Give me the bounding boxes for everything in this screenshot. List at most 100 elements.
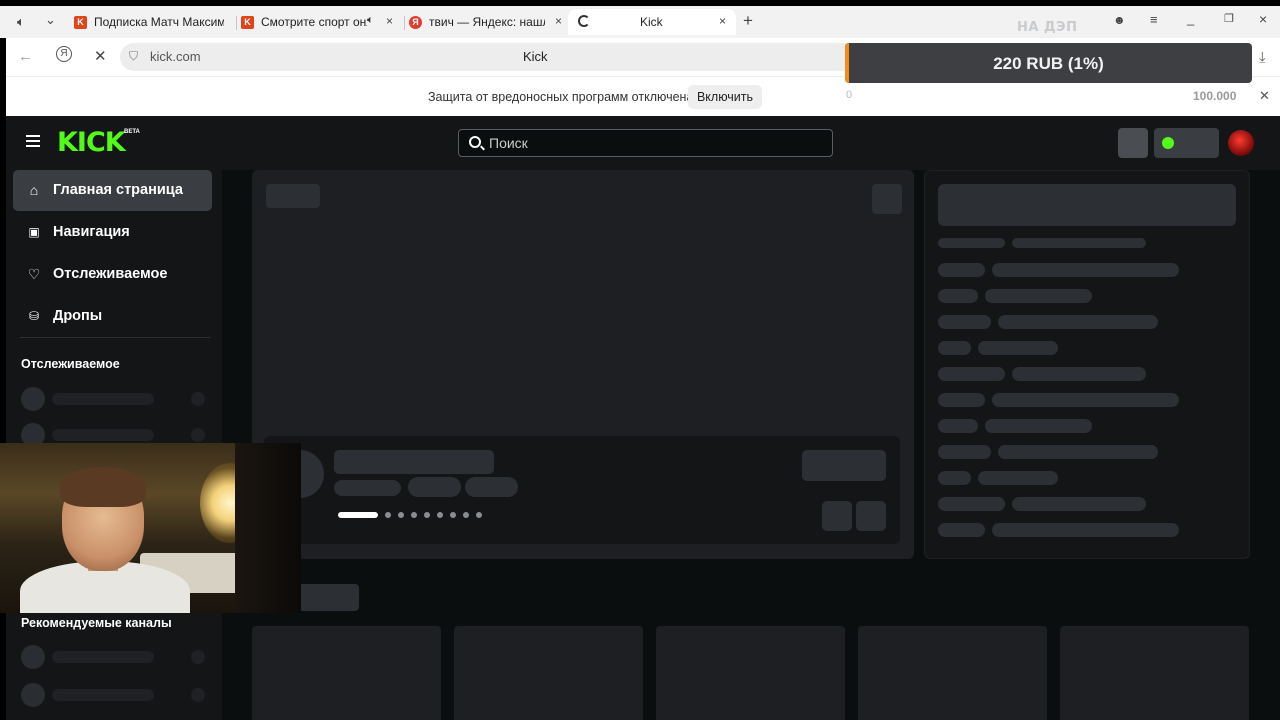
search-input[interactable] — [489, 130, 819, 156]
panel-row-skeleton — [938, 393, 985, 407]
tag-skeleton — [334, 480, 401, 496]
search-icon — [469, 136, 481, 148]
header-button-skeleton[interactable] — [1118, 128, 1148, 158]
close-icon[interactable]: × — [386, 14, 393, 28]
next-button-skeleton[interactable] — [856, 501, 886, 531]
tab-1[interactable]: K Подписка Матч Максиму — [74, 9, 234, 35]
carousel-dot[interactable] — [398, 512, 404, 518]
channel-name-skeleton — [52, 393, 154, 405]
sidebar-divider — [20, 337, 210, 338]
page-title: Kick — [523, 49, 548, 64]
yandex-button-icon[interactable]: Я — [56, 46, 72, 62]
tab-separator — [404, 16, 405, 30]
panel-row-skeleton — [938, 497, 1005, 511]
channel-avatar-skeleton — [21, 683, 45, 707]
kick-header: KICK BETA — [6, 116, 1280, 170]
carousel-dot[interactable] — [450, 512, 456, 518]
channel-avatar-skeleton — [21, 387, 45, 411]
stream-card-skeleton[interactable] — [656, 626, 845, 720]
menu-icon[interactable]: ≡ — [1150, 12, 1158, 27]
sidebar-item-home[interactable]: ⌂ Главная страница — [13, 170, 212, 211]
panel-row-skeleton — [1012, 367, 1146, 381]
tab-separator — [236, 16, 237, 30]
minimize-icon[interactable]: _ — [1187, 11, 1194, 26]
channel-name-skeleton — [52, 651, 154, 663]
donation-goal-title: НА ДЭП — [1017, 20, 1078, 35]
panel-row-skeleton — [938, 367, 1005, 381]
following-heading: Отслеживаемое — [21, 357, 120, 371]
panel-row-skeleton — [938, 238, 1005, 248]
shield-icon[interactable]: ⛉ — [129, 49, 138, 64]
panel-row-skeleton — [978, 471, 1058, 485]
carousel-dot[interactable] — [411, 512, 417, 518]
browser-tab-bar: 🔈︎ ⌄ K Подписка Матч Максиму K Смотрите … — [0, 6, 1280, 38]
user-avatar[interactable] — [1228, 130, 1254, 156]
mute-button-skeleton[interactable] — [872, 184, 902, 214]
back-arrow-icon[interactable]: ← — [18, 48, 33, 65]
restore-icon[interactable]: ❐ — [1224, 12, 1234, 25]
sidebar-item-drops[interactable]: ⛁ Дропы — [13, 296, 212, 337]
close-icon[interactable]: × — [719, 14, 726, 28]
carousel-dot[interactable] — [385, 512, 391, 518]
channel-name-skeleton — [52, 429, 154, 441]
screen: 🔈︎ ⌄ K Подписка Матч Максиму K Смотрите … — [0, 0, 1280, 720]
carousel-dot-active[interactable] — [338, 512, 378, 518]
kick-page: KICK BETA ⌂ Главная страница ▣ Навигация… — [6, 116, 1280, 720]
tag-skeleton — [465, 477, 518, 497]
carousel-dot[interactable] — [437, 512, 443, 518]
channel-avatar-skeleton — [21, 645, 45, 669]
extension-icon[interactable]: ☻ — [1113, 13, 1126, 27]
tab-3[interactable]: Я твич — Яндекс: нашлос × — [409, 9, 564, 35]
donation-max: 100.000 — [1193, 89, 1237, 103]
loading-spinner-icon — [578, 15, 590, 27]
recommended-channels-heading: Рекомендуемые каналы — [21, 616, 172, 630]
viewer-count-skeleton — [191, 392, 205, 406]
stream-card-skeleton[interactable] — [252, 626, 441, 720]
home-icon: ⌂ — [29, 182, 39, 198]
chevron-down-icon[interactable]: ⌄ — [45, 12, 56, 28]
panel-row-skeleton — [998, 445, 1158, 459]
donation-min: 0 — [846, 89, 853, 101]
kick-logo[interactable]: KICK — [57, 127, 126, 158]
tab-4-active[interactable]: Kick × — [568, 9, 736, 35]
featured-stream-skeleton[interactable] — [252, 170, 914, 559]
hamburger-menu-icon[interactable] — [26, 135, 40, 147]
kick-coin-icon — [1162, 137, 1174, 149]
close-window-icon[interactable]: × — [1259, 11, 1267, 27]
close-infobar-icon[interactable]: ✕ — [1259, 88, 1270, 104]
stop-loading-icon[interactable]: ✕ — [94, 47, 107, 65]
tab-1-title: Подписка Матч Максиму — [94, 15, 224, 29]
viewer-count-skeleton — [191, 650, 205, 664]
carousel-dot[interactable] — [424, 512, 430, 518]
header-button-skeleton[interactable] — [1154, 128, 1219, 158]
kick-icon: K — [241, 15, 254, 29]
speaker-icon[interactable]: 🔈︎ — [17, 14, 25, 30]
beta-badge: BETA — [124, 129, 140, 135]
prev-button-skeleton[interactable] — [822, 501, 852, 531]
sidebar-item-browse[interactable]: ▣ Навигация — [13, 212, 212, 253]
kick-icon: K — [74, 15, 87, 29]
close-icon[interactable]: × — [555, 14, 562, 28]
live-badge-skeleton — [266, 184, 320, 208]
panel-row-skeleton — [985, 419, 1092, 433]
sidebar-item-following[interactable]: ♡ Отслеживаемое — [13, 254, 212, 295]
sidebar-item-label: Дропы — [53, 308, 103, 324]
new-tab-icon[interactable]: + — [743, 11, 753, 31]
watch-button-skeleton[interactable] — [802, 450, 886, 481]
download-icon[interactable]: ⤓ — [1259, 49, 1266, 66]
panel-row-skeleton — [938, 263, 985, 277]
carousel-dot[interactable] — [476, 512, 482, 518]
enable-protection-button[interactable]: Включить — [688, 85, 762, 109]
stream-card-skeleton[interactable] — [1060, 626, 1249, 720]
tab-2[interactable]: K Смотрите спорт онл 🔈︎ × — [241, 9, 401, 35]
url-text[interactable]: kick.com — [150, 49, 201, 64]
webcam-overlay — [0, 443, 301, 613]
panel-row-skeleton — [938, 289, 978, 303]
stream-card-skeleton[interactable] — [454, 626, 643, 720]
carousel-dot[interactable] — [463, 512, 469, 518]
speaker-icon[interactable]: 🔈︎ — [367, 14, 374, 27]
search-box[interactable] — [458, 129, 833, 157]
door — [235, 443, 301, 613]
stream-card-skeleton[interactable] — [858, 626, 1047, 720]
protection-message: Защита от вредоносных программ отключена — [428, 90, 694, 104]
